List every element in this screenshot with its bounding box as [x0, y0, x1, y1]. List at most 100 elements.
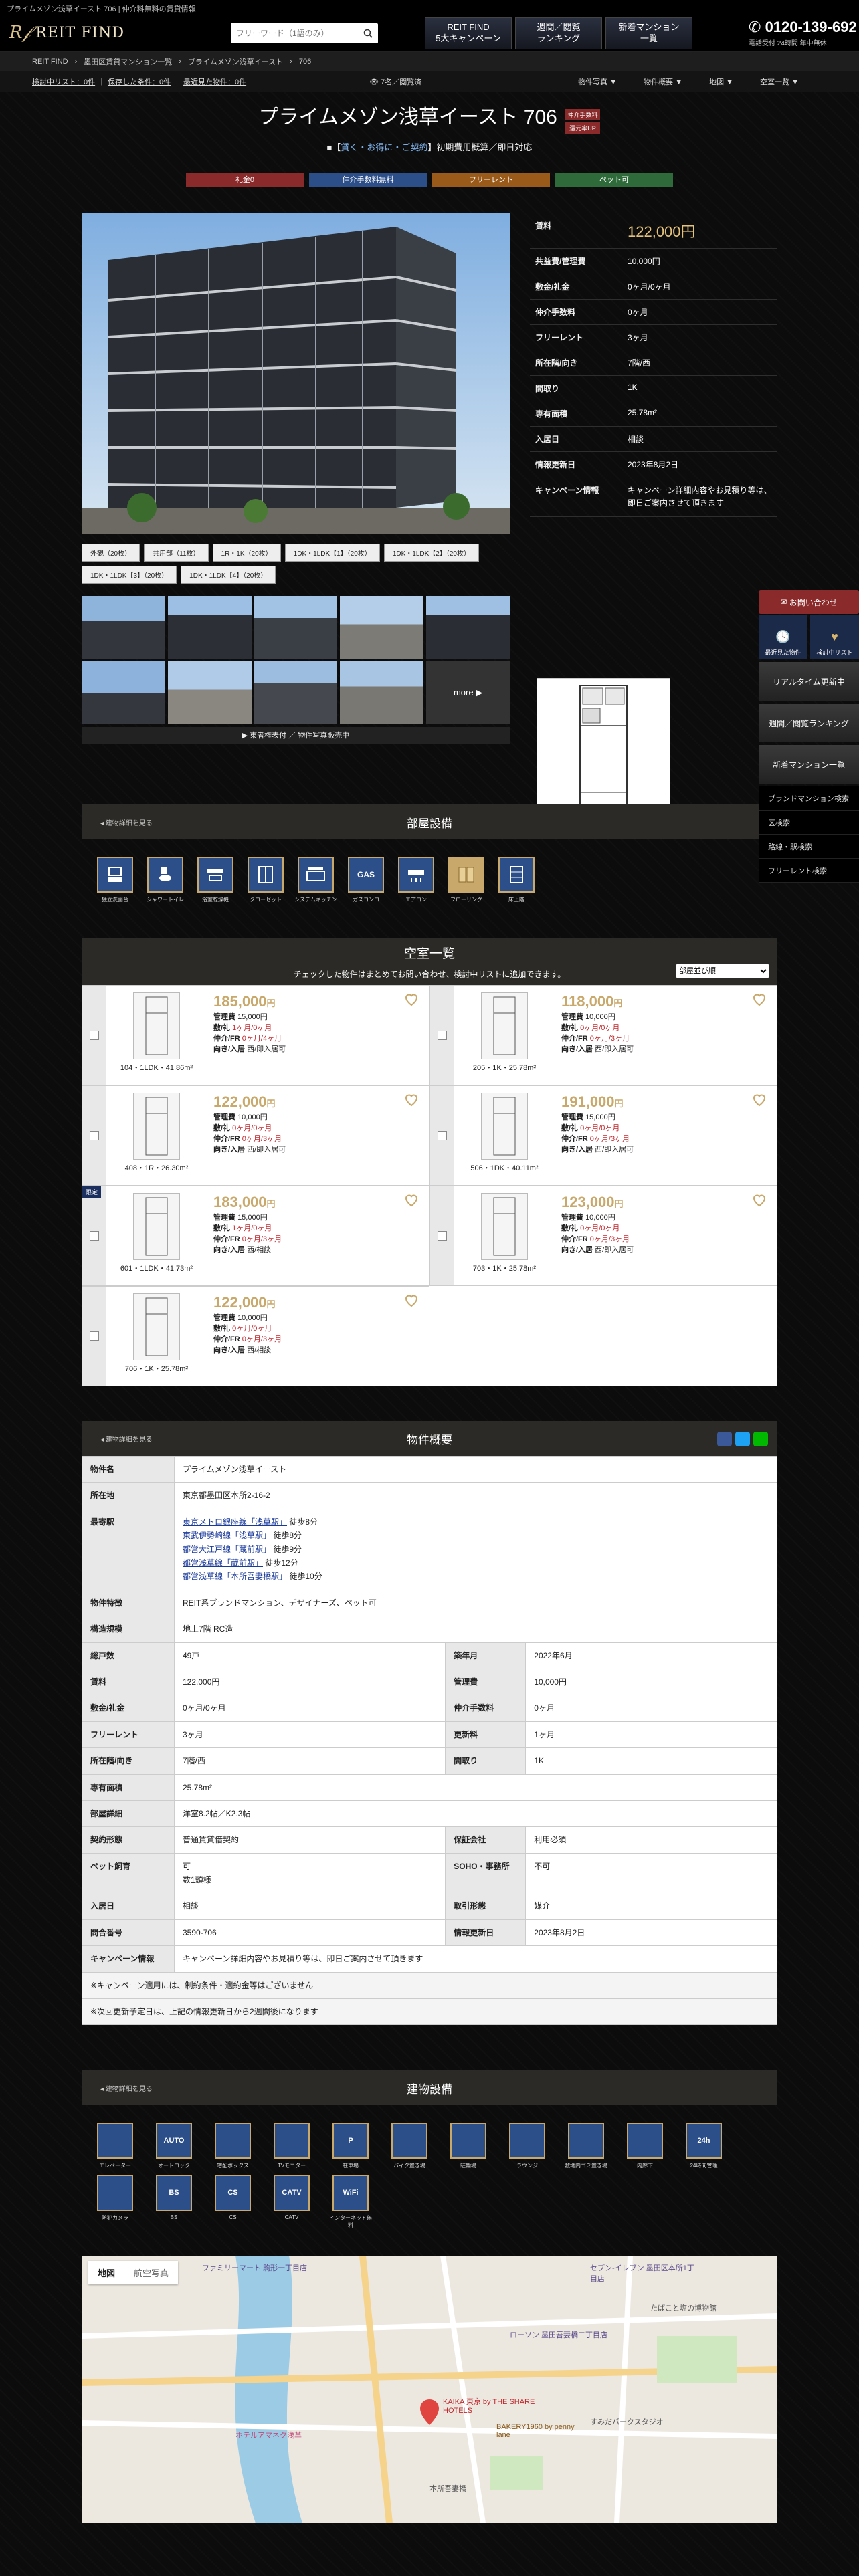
realtime-banner[interactable]: リアルタイム更新中	[759, 662, 859, 701]
twitter-icon[interactable]	[735, 1432, 750, 1447]
station-walk: 徒歩10分	[289, 1572, 322, 1582]
room-rent: 123,000	[561, 1194, 615, 1211]
vacancy-sort-select[interactable]: 部屋並び順	[676, 964, 769, 979]
favorite-heart-icon[interactable]	[751, 1192, 767, 1208]
ranking-banner[interactable]: 週間／閲覧 ランキング	[515, 17, 602, 49]
vacancy-card[interactable]: 703・1K・25.78m² 123,000円 管理費 10,000円 敷/礼 …	[430, 1186, 777, 1287]
vacancy-checkbox[interactable]	[430, 1186, 454, 1286]
vacancy-card[interactable]: 限定 601・1LDK・41.73m² 183,000円 管理費 15,000円…	[82, 1186, 430, 1287]
station-link[interactable]: 都営浅草線「蔵前駅」	[183, 1558, 263, 1568]
thumbnail[interactable]	[167, 596, 252, 659]
building-equip-item: TVモニター	[270, 2123, 313, 2169]
vacancy-checkbox[interactable]	[430, 1086, 454, 1186]
map[interactable]: 地図 航空写真 ファミリーマート 駒形一丁目店 セブン-イレブン 墨田区本所1丁…	[82, 2256, 777, 2524]
favorite-heart-icon[interactable]	[403, 1292, 419, 1308]
vacancy-checkbox[interactable]	[430, 986, 454, 1085]
favorite-heart-icon[interactable]	[403, 1091, 419, 1107]
menu-photos[interactable]: 物件写真 ▼	[578, 76, 617, 87]
consider-list-button[interactable]: ♥ 検討中リスト	[810, 615, 859, 659]
inquiry-button[interactable]: ✉ お問い合わせ	[759, 590, 859, 614]
room-label: 506・1DK・40.11m²	[470, 1164, 539, 1173]
favorite-heart-icon[interactable]	[751, 1091, 767, 1107]
saved-conditions-link[interactable]: 保存した条件：0件	[108, 76, 171, 87]
recent-viewed-link[interactable]: 最近見た物件：0件	[183, 76, 246, 87]
tab-1dk-3[interactable]: 1DK・1LDK【3】（20枚）	[82, 566, 177, 584]
tab-exterior[interactable]: 外観（20枚）	[82, 544, 140, 562]
map-label: すみだパークスタジオ	[590, 2418, 664, 2427]
floor-plan[interactable]	[537, 678, 670, 812]
building-equipment-back-link[interactable]: ◂ 建物詳細を見る	[82, 2083, 215, 2093]
building-equip-item: 内廊下	[624, 2123, 666, 2169]
favorite-heart-icon[interactable]	[403, 991, 419, 1007]
vacancy-checkbox[interactable]	[82, 1287, 106, 1386]
breadcrumb-ward[interactable]: 墨田区賃貸マンション一覧	[84, 56, 172, 67]
vacancy-card[interactable]: 205・1K・25.78m² 118,000円 管理費 10,000円 敷/礼 …	[430, 985, 777, 1086]
vacancy-card[interactable]: 706・1K・25.78m² 122,000円 管理費 10,000円 敷/礼 …	[82, 1286, 430, 1387]
thumbnail[interactable]	[82, 661, 165, 725]
breadcrumb-home[interactable]: REIT FIND	[32, 58, 68, 66]
vacancy-card[interactable]: 104・1LDK・41.86m² 185,000円 管理費 15,000円 敷/…	[82, 985, 430, 1086]
station-link[interactable]: 都営浅草線「本所吾妻橋駅」	[183, 1572, 287, 1581]
thumbnail[interactable]	[340, 661, 424, 725]
map-label: ローソン 墨田吾妻橋二丁目店	[510, 2331, 608, 2340]
menu-overview[interactable]: 物件概要 ▼	[644, 76, 682, 87]
station-link[interactable]: 東京メトロ銀座線「浅草駅」	[183, 1517, 287, 1527]
side-link[interactable]: ブランドマンション検索	[759, 786, 859, 811]
logo[interactable]: R𝒻 REIT FIND	[0, 23, 227, 43]
ov-value: 利用必須	[525, 1826, 777, 1854]
consider-list-link[interactable]: 検討中リスト：0件	[32, 76, 95, 87]
vacancy-checkbox[interactable]	[82, 1186, 106, 1286]
side-link[interactable]: 路線・駅検索	[759, 835, 859, 859]
thumbnail[interactable]	[82, 596, 165, 659]
side-link[interactable]: 区検索	[759, 811, 859, 835]
vacancy-checkbox[interactable]	[82, 1086, 106, 1186]
search-icon[interactable]	[358, 23, 378, 43]
campaign-banner[interactable]: REIT FIND 5大キャンペーン	[425, 17, 512, 49]
tab-1dk-1[interactable]: 1DK・1LDK【1】（20枚）	[284, 544, 380, 562]
spec-value: 相談	[622, 426, 777, 453]
menu-vacancy[interactable]: 空室一覧 ▼	[760, 76, 799, 87]
new-side-banner[interactable]: 新着マンション一覧	[759, 745, 859, 784]
thumbnail[interactable]	[167, 661, 252, 725]
station-link[interactable]: 都営大江戸線「蔵前駅」	[183, 1545, 271, 1554]
menu-map[interactable]: 地図 ▼	[709, 76, 733, 87]
room-equipment-back-link[interactable]: ◂ 建物詳細を見る	[82, 817, 215, 827]
building-equip-icon	[97, 2175, 133, 2212]
station-link[interactable]: 東武伊勢崎線「浅草駅」	[183, 1531, 271, 1540]
thumbnail[interactable]	[340, 596, 424, 659]
room-label: 408・1R・26.30m²	[124, 1164, 189, 1173]
vacancy-card[interactable]: 408・1R・26.30m² 122,000円 管理費 10,000円 敷/礼 …	[82, 1085, 430, 1186]
thumbnail[interactable]	[426, 596, 510, 659]
info-key: 仲介/FR	[561, 1134, 588, 1143]
new-mansion-banner[interactable]: 新着マンション 一覧	[605, 17, 692, 49]
thumbnail[interactable]	[254, 596, 338, 659]
vacancy-checkbox[interactable]	[82, 986, 106, 1085]
tab-1r-1k[interactable]: 1R・1K（20枚）	[212, 544, 281, 562]
info-key: 向き/入居	[561, 1045, 593, 1053]
catch-highlight[interactable]: 賃く・お得に・ご契約	[341, 142, 427, 152]
favorite-heart-icon[interactable]	[403, 1192, 419, 1208]
map-tab-map[interactable]: 地図	[88, 2261, 124, 2284]
search-input[interactable]	[231, 23, 358, 43]
tab-1dk-2[interactable]: 1DK・1LDK【2】（20枚）	[383, 544, 479, 562]
overview-back-link[interactable]: ◂ 建物詳細を見る	[82, 1434, 215, 1444]
thumbnail[interactable]	[254, 661, 338, 725]
more-photos-button[interactable]: more ▶	[426, 661, 510, 725]
tab-1dk-4[interactable]: 1DK・1LDK【4】（20枚）	[181, 566, 276, 584]
tab-common[interactable]: 共用部（11枚）	[144, 544, 209, 562]
line-icon[interactable]	[753, 1432, 768, 1447]
tel-block[interactable]: ✆ 0120-139-692 電話受付 24時間 年中無休	[742, 19, 859, 47]
photo-bar[interactable]: ▶ 東者権表付 ／ 物件写真販売中	[82, 727, 510, 745]
main-photo[interactable]	[82, 213, 510, 535]
yen-unit: 円	[614, 1099, 624, 1109]
equip-system-kitchen: システムキッチン	[294, 857, 337, 903]
vacancy-card[interactable]: 506・1DK・40.11m² 191,000円 管理費 15,000円 敷/礼…	[430, 1085, 777, 1186]
facebook-icon[interactable]	[717, 1432, 732, 1447]
equip-washbasin: 独立洗面台	[94, 857, 136, 903]
ranking-side-banner[interactable]: 週間／閲覧ランキング	[759, 704, 859, 742]
map-tab-satellite[interactable]: 航空写真	[124, 2261, 178, 2284]
favorite-heart-icon[interactable]	[751, 991, 767, 1007]
side-link[interactable]: フリーレント検索	[759, 859, 859, 883]
recent-viewed-button[interactable]: 🕓 最近見た物件	[759, 615, 807, 659]
breadcrumb-building[interactable]: プライムメゾン浅草イースト	[188, 56, 283, 67]
